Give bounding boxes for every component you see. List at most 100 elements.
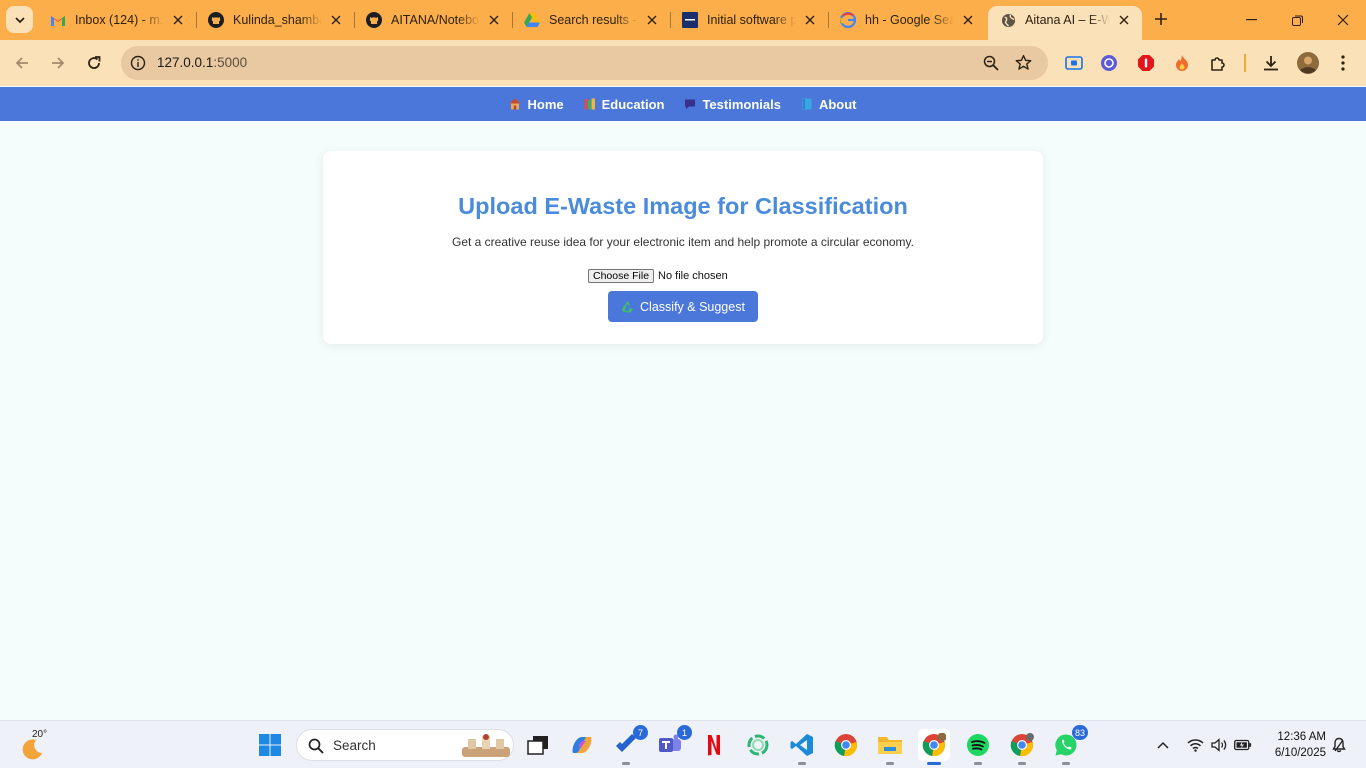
- system-clock[interactable]: 12:36 AM 6/10/2025: [1262, 729, 1326, 761]
- spotify-app[interactable]: [962, 729, 994, 765]
- notifications-button[interactable]: [1330, 736, 1348, 754]
- extensions-puzzle-icon[interactable]: [1206, 51, 1230, 75]
- notification-bell-icon: [1332, 737, 1346, 753]
- show-hidden-icons-button[interactable]: [1154, 736, 1172, 754]
- github-icon: [366, 12, 382, 28]
- document-icon: [682, 12, 698, 28]
- copilot-app[interactable]: [566, 729, 598, 761]
- book-icon: [802, 98, 812, 110]
- url-port: :5000: [213, 55, 248, 70]
- zoom-icon[interactable]: [983, 55, 999, 71]
- search-highlight-image-icon: [462, 734, 510, 757]
- running-indicator: [1062, 762, 1070, 765]
- clock-date: 6/10/2025: [1274, 747, 1326, 759]
- chrome-second-profile-app[interactable]: [1006, 729, 1038, 765]
- folder-icon: [878, 737, 902, 754]
- nav-testimonials[interactable]: Testimonials: [684, 97, 781, 112]
- spotify-icon: [967, 734, 989, 756]
- browser-tab-active[interactable]: Aitana AI – E-Wa: [988, 6, 1142, 40]
- browser-tab-strip: Inbox (124) - m.y Kulinda_shamba AITANA/…: [0, 0, 1366, 40]
- speech-bubble-icon: [685, 99, 696, 109]
- windows-taskbar: 20° Search 7 1 83 12:36 AM 6/10/2025: [0, 720, 1366, 768]
- moon-weather-icon: [22, 739, 42, 760]
- tab-title: AITANA/Notebo: [391, 13, 480, 27]
- screen-capture-extension-icon[interactable]: [1062, 51, 1086, 75]
- nav-about[interactable]: About: [801, 97, 857, 112]
- netflix-app[interactable]: [698, 729, 730, 761]
- new-tab-button[interactable]: [1150, 8, 1172, 30]
- browser-tab[interactable]: AITANA/Notebo: [354, 6, 512, 34]
- weather-temperature: 20°: [32, 729, 48, 740]
- todo-app[interactable]: 7: [610, 725, 648, 765]
- arrow-right-icon: [52, 57, 65, 69]
- arrow-left-icon: [15, 57, 28, 69]
- circular-sync-icon: [747, 734, 769, 756]
- nav-home[interactable]: Home: [509, 97, 564, 112]
- notification-badge: 1: [677, 725, 692, 740]
- classify-suggest-button[interactable]: Classify & Suggest: [608, 291, 758, 322]
- assistant-extension-icon[interactable]: [1097, 51, 1121, 75]
- browser-tab[interactable]: Search results - ‘: [512, 6, 670, 34]
- chrome-app[interactable]: [830, 729, 862, 761]
- file-input[interactable]: Choose File No file chosen: [588, 268, 728, 284]
- start-button[interactable]: [254, 729, 286, 761]
- clock-time: 12:36 AM: [1277, 731, 1326, 743]
- forward-button[interactable]: [43, 48, 73, 78]
- browser-menu-icon[interactable]: [1331, 51, 1355, 75]
- tab-title: Kulinda_shamba: [233, 13, 322, 27]
- file-explorer-app[interactable]: [874, 729, 906, 765]
- task-view-button[interactable]: [522, 729, 554, 761]
- close-icon[interactable]: [170, 12, 186, 28]
- url-host: 127.0.0.1: [157, 55, 214, 70]
- browser-tab[interactable]: Initial software p: [670, 6, 828, 34]
- weather-widget[interactable]: 20°: [20, 729, 54, 761]
- profile-avatar[interactable]: [1296, 51, 1320, 75]
- tab-search-button[interactable]: [6, 6, 33, 33]
- battery-status[interactable]: [1234, 736, 1252, 754]
- vscode-app[interactable]: [786, 729, 818, 765]
- browser-tab[interactable]: Kulinda_shamba: [196, 6, 354, 34]
- close-icon[interactable]: [644, 12, 660, 28]
- task-view-icon: [527, 736, 548, 755]
- restore-button[interactable]: [1274, 0, 1320, 40]
- chrome-profile-app-active[interactable]: [918, 729, 950, 765]
- refresh-sync-app[interactable]: [742, 729, 774, 761]
- close-window-button[interactable]: [1320, 0, 1366, 40]
- teams-app[interactable]: 1: [654, 725, 692, 761]
- browser-tab[interactable]: Inbox (124) - m.y: [38, 6, 196, 34]
- browser-tab[interactable]: hh - Google Sea: [828, 6, 986, 34]
- wifi-icon: [1186, 739, 1204, 752]
- battery-charging-icon: [1234, 739, 1252, 751]
- minimize-button[interactable]: [1228, 0, 1274, 40]
- downloads-icon[interactable]: [1259, 51, 1283, 75]
- bookmark-star-icon[interactable]: [1015, 54, 1032, 71]
- site-navigation: Home Education Testimonials About: [0, 87, 1366, 121]
- copilot-icon: [572, 737, 592, 753]
- plus-icon: [1155, 13, 1167, 25]
- close-icon[interactable]: [486, 12, 502, 28]
- reload-button[interactable]: [79, 48, 109, 78]
- close-icon[interactable]: [960, 12, 976, 28]
- choose-file-button[interactable]: Choose File: [588, 269, 655, 283]
- windows-icon: [259, 734, 281, 756]
- close-icon[interactable]: [802, 12, 818, 28]
- back-button[interactable]: [7, 48, 37, 78]
- close-icon[interactable]: [1116, 12, 1132, 28]
- chevron-up-icon: [1157, 741, 1169, 749]
- nav-education[interactable]: Education: [584, 97, 664, 112]
- fire-extension-icon[interactable]: [1170, 51, 1194, 75]
- reload-icon: [88, 56, 101, 69]
- whatsapp-app[interactable]: 83: [1050, 725, 1088, 765]
- taskbar-search[interactable]: Search: [296, 729, 514, 761]
- address-bar[interactable]: 127.0.0.1:5000: [121, 46, 1048, 80]
- chevron-down-icon: [14, 16, 25, 23]
- speaker-icon: [1210, 738, 1226, 752]
- close-icon[interactable]: [328, 12, 344, 28]
- volume-status[interactable]: [1210, 736, 1228, 754]
- running-indicator: [886, 762, 894, 765]
- wifi-status[interactable]: [1186, 736, 1204, 754]
- nav-label: Testimonials: [702, 96, 781, 112]
- ad-blocker-extension-icon[interactable]: [1134, 51, 1158, 75]
- github-icon: [208, 12, 224, 28]
- site-info-icon[interactable]: [130, 55, 146, 71]
